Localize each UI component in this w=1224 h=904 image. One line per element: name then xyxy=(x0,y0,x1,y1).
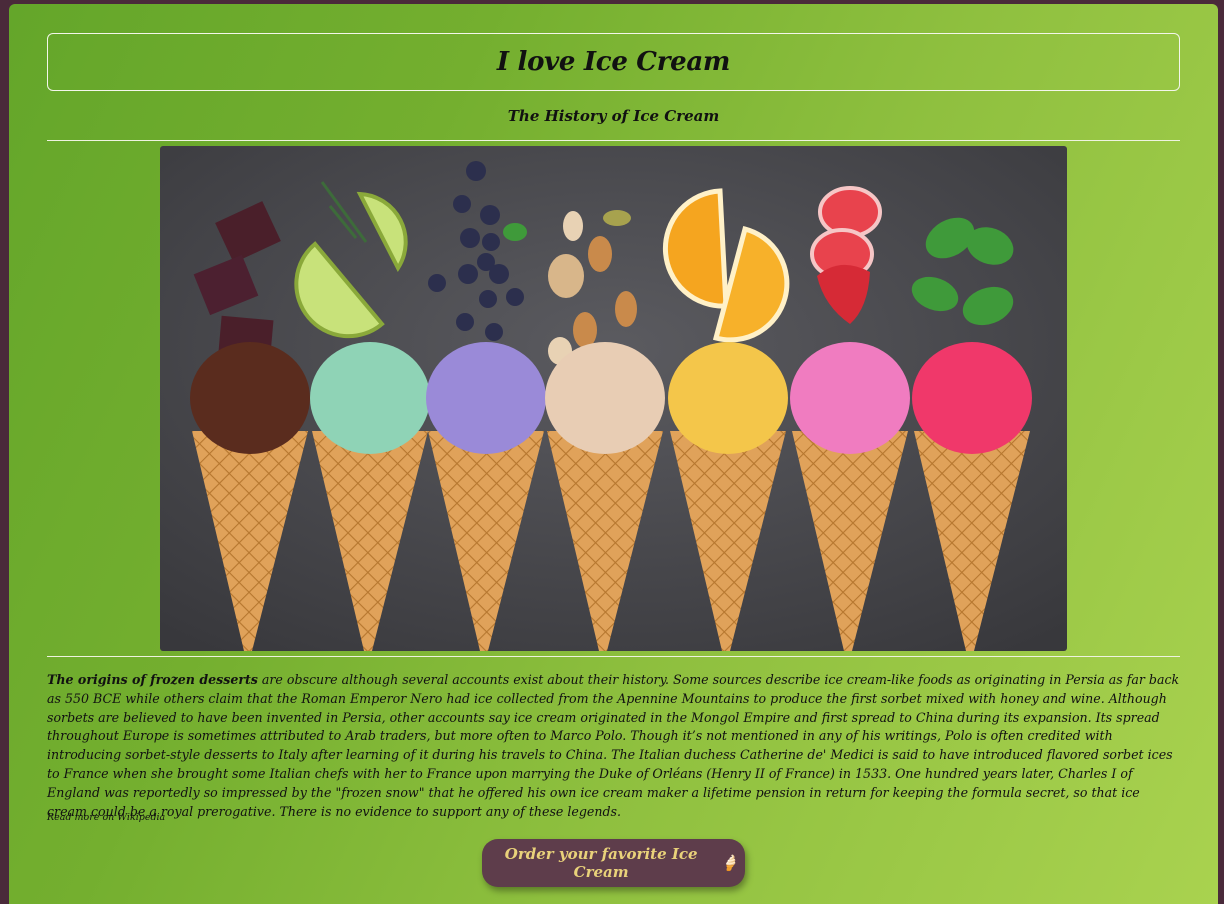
ice-cream-scoop xyxy=(190,342,310,454)
history-paragraph: The origins of frozen desserts are obscu… xyxy=(47,671,1180,821)
order-ice-cream-button[interactable]: Order your favorite Ice Cream 🍦 xyxy=(482,839,745,887)
ice-cream-scoop xyxy=(912,342,1032,454)
ice-cream-icon: 🍦 xyxy=(720,854,739,872)
ice-cream-scoop xyxy=(310,342,430,454)
ice-cream-scoop xyxy=(668,342,788,454)
order-button-label: Order your favorite Ice Cream xyxy=(504,845,698,881)
page-title: I love Ice Cream xyxy=(496,47,731,77)
title-box: I love Ice Cream xyxy=(47,33,1180,91)
ice-cream-scoop xyxy=(426,342,546,454)
history-body: are obscure although several accounts ex… xyxy=(47,672,1180,819)
divider-top xyxy=(47,140,1180,141)
page-subtitle: The History of Ice Cream xyxy=(507,107,720,125)
page-container: I love Ice Cream The History of Ice Crea… xyxy=(9,4,1218,904)
read-more-link[interactable]: Read more on Wikipedia xyxy=(47,812,165,823)
ice-cream-scoop xyxy=(545,342,665,454)
divider-bottom xyxy=(47,656,1180,657)
history-lead: The origins of frozen desserts xyxy=(47,672,258,687)
ice-cream-scoop xyxy=(790,342,910,454)
ice-cream-cones-image xyxy=(160,146,1067,651)
hero-image xyxy=(160,146,1067,651)
